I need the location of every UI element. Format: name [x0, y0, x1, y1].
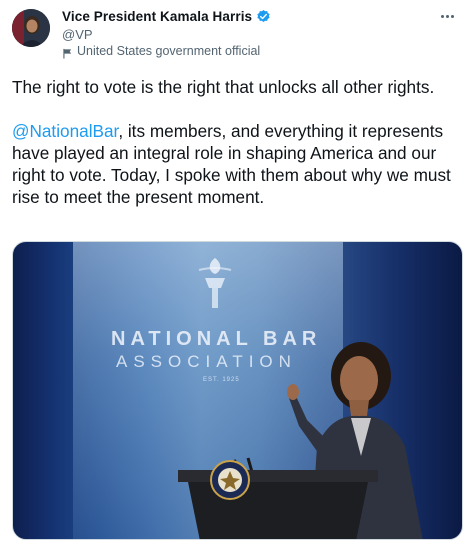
tweet-card[interactable]: Vice President Kamala Harris @VP United … — [0, 0, 474, 550]
banner-text-line2: ASSOCIATION — [116, 352, 297, 371]
banner-est-text: EST. 1925 — [203, 377, 240, 383]
flag-icon — [62, 46, 73, 59]
tweet-paragraph-2: @NationalBar, its members, and everythin… — [12, 120, 468, 208]
author-handle[interactable]: @VP — [62, 27, 93, 42]
account-label-text: United States government official — [77, 44, 261, 58]
verified-badge-icon — [256, 9, 271, 24]
tweet-paragraph-1: The right to vote is the right that unlo… — [12, 77, 435, 97]
tweet-photo[interactable]: NATIONAL BAR ASSOCIATION EST. 1925 — [12, 241, 463, 540]
podium — [178, 457, 378, 539]
author-display-name[interactable]: Vice President Kamala Harris — [62, 9, 252, 24]
vice-presidential-seal-icon — [210, 460, 250, 500]
torch-logo-icon — [198, 258, 232, 308]
avatar[interactable] — [12, 9, 50, 47]
author-name-row[interactable]: Vice President Kamala Harris — [62, 9, 271, 24]
account-label[interactable]: United States government official — [62, 44, 261, 59]
mention-link[interactable]: @NationalBar — [12, 121, 118, 141]
more-options-icon[interactable] — [434, 6, 460, 26]
tweet-text: The right to vote is the right that unlo… — [12, 76, 468, 208]
